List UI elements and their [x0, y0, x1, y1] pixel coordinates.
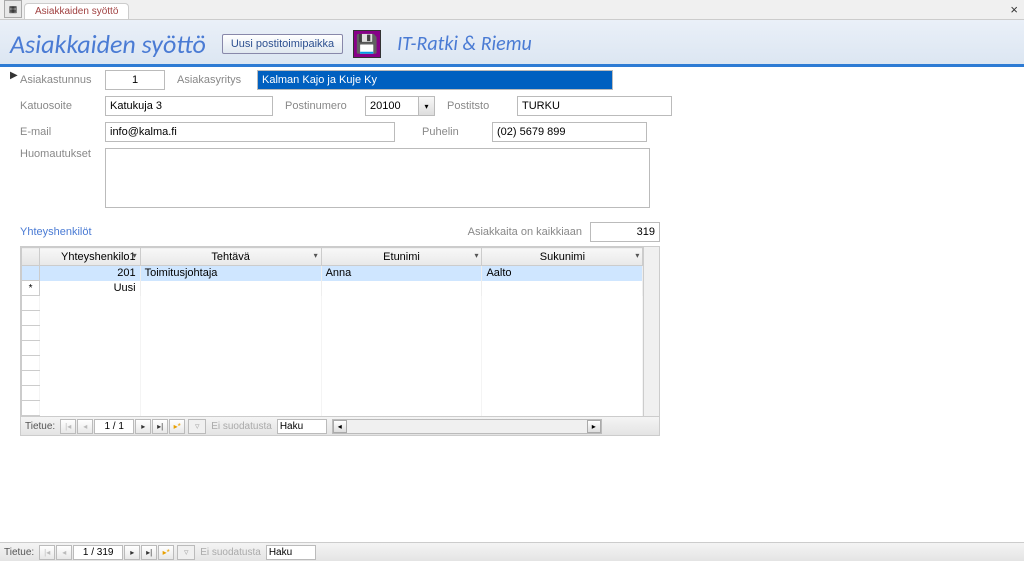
nav-next-icon[interactable]: ▸ — [135, 419, 151, 434]
subform-record-navigator: Tietue: |◂ ◂ ▸ ▸| ▸* ▿ Ei suodatusta ◂ ▸ — [21, 416, 659, 435]
scroll-left-icon[interactable]: ◂ — [333, 420, 347, 433]
main-record-navigator: Tietue: |◂ ◂ ▸ ▸| ▸* ▿ Ei suodatusta — [0, 542, 1024, 561]
table-row[interactable]: 201 Toimitusjohtaja Anna Aalto — [22, 266, 643, 281]
notes-field[interactable] — [105, 148, 650, 208]
chevron-down-icon[interactable]: ▾ — [133, 251, 137, 260]
new-post-office-button[interactable]: Uusi postitoimipaikka — [222, 34, 343, 54]
street-field[interactable] — [105, 96, 273, 116]
form-header: Asiakkaiden syöttö Uusi postitoimipaikka… — [0, 20, 1024, 67]
nav-new-icon[interactable]: ▸* — [169, 419, 185, 434]
close-icon[interactable]: × — [1010, 2, 1018, 17]
nav-last-icon[interactable]: ▸| — [141, 545, 157, 560]
label-city: Postitsto — [447, 100, 517, 112]
row-selector[interactable] — [22, 266, 40, 281]
nav-label: Tietue: — [25, 421, 55, 432]
label-email: E-mail — [20, 126, 105, 138]
label-company: Asiakasyritys — [177, 74, 257, 86]
nav-prev-icon[interactable]: ◂ — [77, 419, 93, 434]
chevron-down-icon[interactable]: ▾ — [635, 251, 639, 260]
contacts-subform: Yhteyshenkilo1▾ Tehtävä▾ Etunimi▾ Sukuni… — [20, 246, 660, 436]
label-phone: Puhelin — [422, 126, 492, 138]
label-notes: Huomautukset — [20, 148, 105, 160]
label-customer-id: Asiakastunnus — [20, 74, 105, 86]
nav-first-icon[interactable]: |◂ — [39, 545, 55, 560]
column-firstname[interactable]: Etunimi▾ — [321, 248, 482, 266]
company-field[interactable] — [257, 70, 613, 90]
contacts-grid[interactable]: Yhteyshenkilo1▾ Tehtävä▾ Etunimi▾ Sukuni… — [21, 247, 643, 416]
label-postcode: Postinumero — [285, 100, 365, 112]
filter-status: Ei suodatusta — [200, 547, 261, 558]
search-input[interactable] — [277, 419, 327, 434]
new-record-row[interactable]: * Uusi — [22, 281, 643, 296]
cell-task[interactable]: Toimitusjohtaja — [140, 266, 321, 281]
email-field[interactable] — [105, 122, 395, 142]
cell-firstname[interactable]: Anna — [321, 266, 482, 281]
nav-position-field[interactable] — [94, 419, 134, 434]
chevron-down-icon[interactable]: ▾ — [314, 251, 318, 260]
nav-new-icon[interactable]: ▸* — [158, 545, 174, 560]
nav-position-field[interactable] — [73, 545, 123, 560]
select-all-corner[interactable] — [22, 248, 40, 266]
cell-lastname[interactable]: Aalto — [482, 266, 643, 281]
record-selector-icon[interactable]: ▶ — [10, 70, 20, 81]
filter-icon[interactable]: ▿ — [177, 545, 195, 560]
label-customer-count: Asiakkaita on kaikkiaan — [468, 226, 582, 238]
nav-last-icon[interactable]: ▸| — [152, 419, 168, 434]
cell-new[interactable]: Uusi — [40, 281, 141, 296]
nav-label: Tietue: — [4, 547, 34, 558]
nav-prev-icon[interactable]: ◂ — [56, 545, 72, 560]
company-brand: IT-Ratki & Riemu — [397, 32, 532, 56]
horizontal-scrollbar[interactable]: ◂ ▸ — [332, 419, 602, 434]
page-title: Asiakkaiden syöttö — [10, 28, 206, 60]
column-contact-id[interactable]: Yhteyshenkilo1▾ — [40, 248, 141, 266]
column-task[interactable]: Tehtävä▾ — [140, 248, 321, 266]
scroll-right-icon[interactable]: ▸ — [587, 420, 601, 433]
app-form-icon: ▦ — [4, 0, 22, 18]
filter-status: Ei suodatusta — [211, 421, 272, 432]
search-input[interactable] — [266, 545, 316, 560]
nav-next-icon[interactable]: ▸ — [124, 545, 140, 560]
new-record-icon: * — [22, 281, 40, 296]
vertical-scrollbar[interactable] — [643, 247, 659, 416]
column-lastname[interactable]: Sukunimi▾ — [482, 248, 643, 266]
customer-id-field[interactable] — [105, 70, 165, 90]
postcode-dropdown-icon[interactable]: ▾ — [419, 96, 435, 116]
postcode-field[interactable] — [365, 96, 419, 116]
save-disk-icon[interactable] — [353, 30, 381, 58]
chevron-down-icon[interactable]: ▾ — [474, 251, 478, 260]
contacts-title: Yhteyshenkilöt — [20, 226, 92, 238]
city-field[interactable] — [517, 96, 672, 116]
customer-count-field — [590, 222, 660, 242]
tab-customers[interactable]: Asiakkaiden syöttö — [24, 3, 129, 19]
cell-id[interactable]: 201 — [40, 266, 141, 281]
phone-field[interactable] — [492, 122, 647, 142]
label-street: Katuosoite — [20, 100, 105, 112]
nav-first-icon[interactable]: |◂ — [60, 419, 76, 434]
filter-icon[interactable]: ▿ — [188, 419, 206, 434]
